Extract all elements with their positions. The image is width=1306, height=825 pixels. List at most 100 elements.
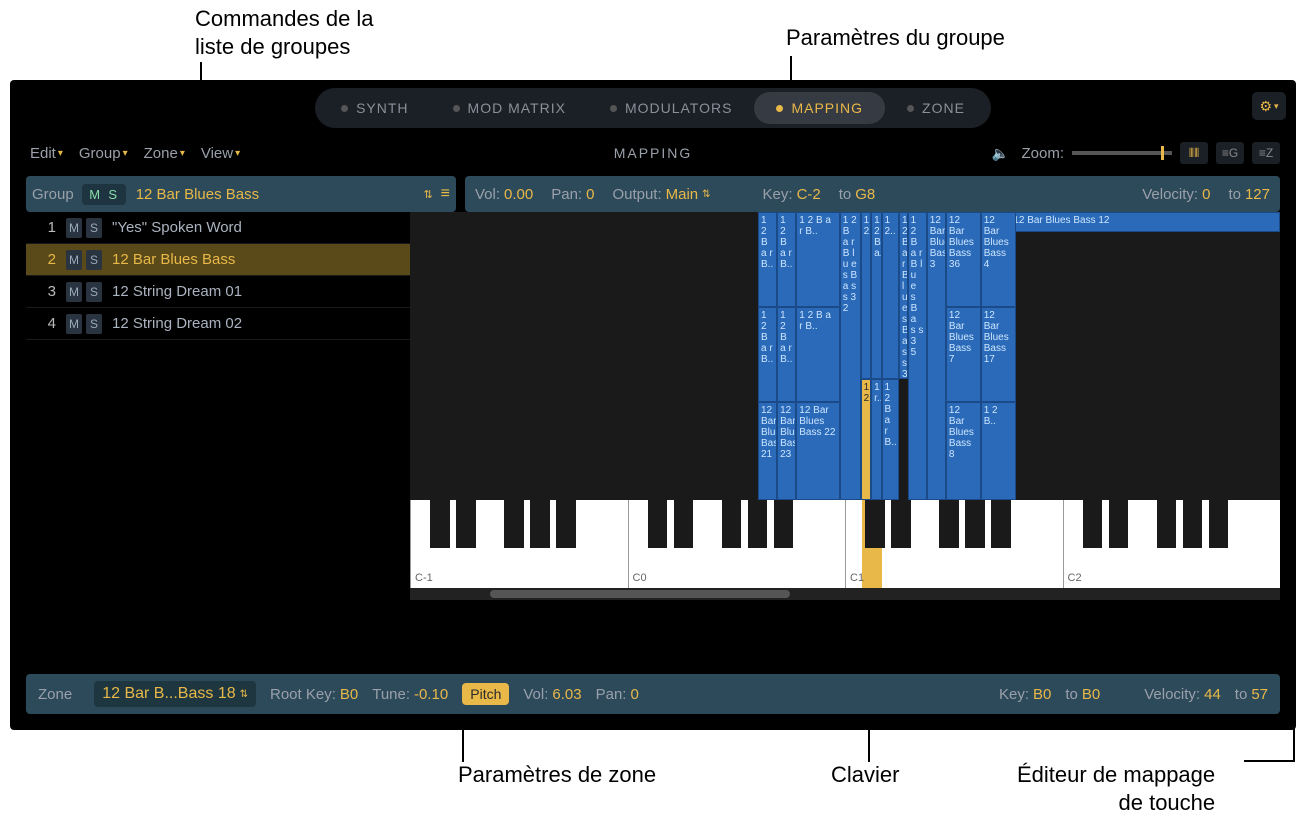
zone-block[interactable]: 12 Bar Blues Bass 8 xyxy=(946,402,981,500)
black-key[interactable] xyxy=(674,500,693,548)
group-list-row[interactable]: 1 MS "Yes" Spoken Word xyxy=(26,212,426,244)
black-key[interactable] xyxy=(748,500,767,548)
group-vel-lo[interactable]: 0 xyxy=(1202,186,1210,203)
group-key-lo[interactable]: C-2 xyxy=(797,186,821,203)
menu-edit[interactable]: Edit▾ xyxy=(26,141,67,166)
tab-mapping[interactable]: MAPPING xyxy=(754,92,885,124)
zone-block[interactable]: 12 Bar Blues Bass 4 xyxy=(981,212,1016,307)
scrollbar-thumb[interactable] xyxy=(490,590,790,598)
zone-grid[interactable]: 12 Bar Blues Bass 12 1 2 B a r B..1 2 B … xyxy=(410,212,1280,500)
tab-zone[interactable]: ZONE xyxy=(885,92,987,124)
audition-speaker-icon[interactable]: 🔈 xyxy=(991,145,1013,162)
zone-key-hi[interactable]: B0 xyxy=(1082,686,1100,703)
group-list-row[interactable]: 3 MS 12 String Dream 01 xyxy=(26,276,426,308)
zone-block[interactable]: 1 2 B a r B.. xyxy=(796,212,840,307)
zone-block[interactable]: 1 2 B a r B.. xyxy=(796,307,840,402)
group-list-row[interactable]: 4 MS 12 String Dream 02 xyxy=(26,308,426,340)
zone-block[interactable]: 1 2 B a.. xyxy=(871,212,881,379)
black-key[interactable] xyxy=(1183,500,1202,548)
keyboard[interactable]: C-1C0C1C2 xyxy=(410,500,1280,588)
mute-button[interactable]: M xyxy=(66,314,82,334)
zone-block[interactable]: 1 2 B a r B.. xyxy=(777,307,796,402)
solo-button[interactable]: S xyxy=(86,250,102,270)
black-key[interactable] xyxy=(556,500,575,548)
mute-button[interactable]: M xyxy=(66,250,82,270)
solo-button[interactable]: S xyxy=(86,282,102,302)
zone-block[interactable]: 12 Bar Blues Bass 3 xyxy=(927,212,946,500)
zone-block[interactable]: 1 2.. xyxy=(861,379,871,500)
zone-block[interactable]: 12 Bar Blues Bass 21 xyxy=(758,402,777,500)
solo-all-button[interactable]: S xyxy=(106,187,120,202)
tab-modulators[interactable]: MODULATORS xyxy=(588,92,755,124)
black-key[interactable] xyxy=(939,500,958,548)
keyboard-octave[interactable]: C0 xyxy=(628,500,846,588)
zone-block[interactable]: 1 2 B a r B l u e s B a s s 3 5 xyxy=(908,212,927,500)
zone-block[interactable]: 1 2 B a r B.. xyxy=(758,307,777,402)
black-key[interactable] xyxy=(648,500,667,548)
menu-group[interactable]: Group▾ xyxy=(75,141,132,166)
zone-block[interactable]: 1 2 B a r B l u e s B a s s 3 2 xyxy=(840,212,861,500)
settings-gear-button[interactable]: ⚙▾ xyxy=(1252,92,1286,120)
zone-block[interactable]: 12 Bar Blues Bass 22 xyxy=(796,402,840,500)
zone-name-selector[interactable]: 12 Bar B...Bass 18⇅ xyxy=(94,681,256,707)
keyboard-octave[interactable]: C1 xyxy=(845,500,1063,588)
zone-block[interactable]: 12 Bar Blues Bass 12 xyxy=(1010,212,1280,232)
zone-block[interactable]: 1 2 B a r B.. xyxy=(777,212,796,307)
group-output-value[interactable]: Main xyxy=(666,186,699,203)
group-vel-hi[interactable]: 127 xyxy=(1245,186,1270,203)
black-key[interactable] xyxy=(774,500,793,548)
group-pan-value[interactable]: 0 xyxy=(586,186,594,203)
zone-block[interactable]: 1 2 B a r B.. xyxy=(758,212,777,307)
zone-block[interactable]: 12 Bar Blues Bass 36 xyxy=(946,212,981,307)
mute-all-button[interactable]: M xyxy=(88,187,102,202)
black-key[interactable] xyxy=(865,500,884,548)
zone-root-key[interactable]: B0 xyxy=(340,686,358,703)
zone-volume[interactable]: 6.03 xyxy=(552,686,581,703)
zone-vel-hi[interactable]: 57 xyxy=(1251,686,1268,703)
black-key[interactable] xyxy=(965,500,984,548)
zone-block[interactable]: 12 Bar Blues Bass 17 xyxy=(981,307,1016,402)
tab-synth[interactable]: SYNTH xyxy=(319,92,430,124)
key-mapping-editor[interactable]: 12 Bar Blues Bass 12 1 2 B a r B..1 2 B … xyxy=(410,212,1280,600)
solo-button[interactable]: S xyxy=(86,314,102,334)
zone-block[interactable]: 1 2.. xyxy=(861,212,871,379)
zone-block[interactable]: 1 2 B.. xyxy=(981,402,1016,500)
zone-block[interactable]: 12 Bar Blues Bass 23 xyxy=(777,402,796,500)
view-mode-group-list-icon[interactable]: ≡G xyxy=(1216,142,1244,164)
black-key[interactable] xyxy=(1209,500,1228,548)
group-list-menu-icon[interactable]: ≡ xyxy=(441,185,450,203)
zoom-slider[interactable] xyxy=(1072,151,1172,155)
solo-button[interactable]: S xyxy=(86,218,102,238)
group-selector-chevron-icon[interactable]: ⇅ xyxy=(415,188,440,201)
black-key[interactable] xyxy=(1083,500,1102,548)
tab-mod-matrix[interactable]: MOD MATRIX xyxy=(431,92,588,124)
pitch-toggle[interactable]: Pitch xyxy=(462,683,509,705)
mute-button[interactable]: M xyxy=(66,218,82,238)
black-key[interactable] xyxy=(891,500,910,548)
keyboard-scrollbar[interactable] xyxy=(410,588,1280,600)
group-volume-value[interactable]: 0.00 xyxy=(504,186,533,203)
zone-block[interactable]: 1 r.. xyxy=(871,379,881,500)
black-key[interactable] xyxy=(530,500,549,548)
current-group-name[interactable]: 12 Bar Blues Bass xyxy=(136,186,416,203)
zone-tune[interactable]: -0.10 xyxy=(414,686,448,703)
menu-zone[interactable]: Zone▾ xyxy=(140,141,189,166)
view-mode-zone-list-icon[interactable]: ≡Z xyxy=(1252,142,1280,164)
black-key[interactable] xyxy=(722,500,741,548)
keyboard-octave[interactable]: C-1 xyxy=(410,500,628,588)
zone-key-lo[interactable]: B0 xyxy=(1033,686,1051,703)
group-list-row[interactable]: 2 MS 12 Bar Blues Bass xyxy=(26,244,426,276)
black-key[interactable] xyxy=(504,500,523,548)
group-key-hi[interactable]: G8 xyxy=(855,186,875,203)
black-key[interactable] xyxy=(456,500,475,548)
keyboard-octave[interactable]: C2 xyxy=(1063,500,1281,588)
black-key[interactable] xyxy=(1157,500,1176,548)
zone-vel-lo[interactable]: 44 xyxy=(1204,686,1221,703)
zone-block[interactable]: 1 2 B a r B.. xyxy=(882,379,899,500)
black-key[interactable] xyxy=(1109,500,1128,548)
black-key[interactable] xyxy=(430,500,449,548)
black-key[interactable] xyxy=(991,500,1010,548)
menu-view[interactable]: View▾ xyxy=(197,141,244,166)
zone-block[interactable]: 12 Bar Blues Bass 7 xyxy=(946,307,981,402)
mute-button[interactable]: M xyxy=(66,282,82,302)
